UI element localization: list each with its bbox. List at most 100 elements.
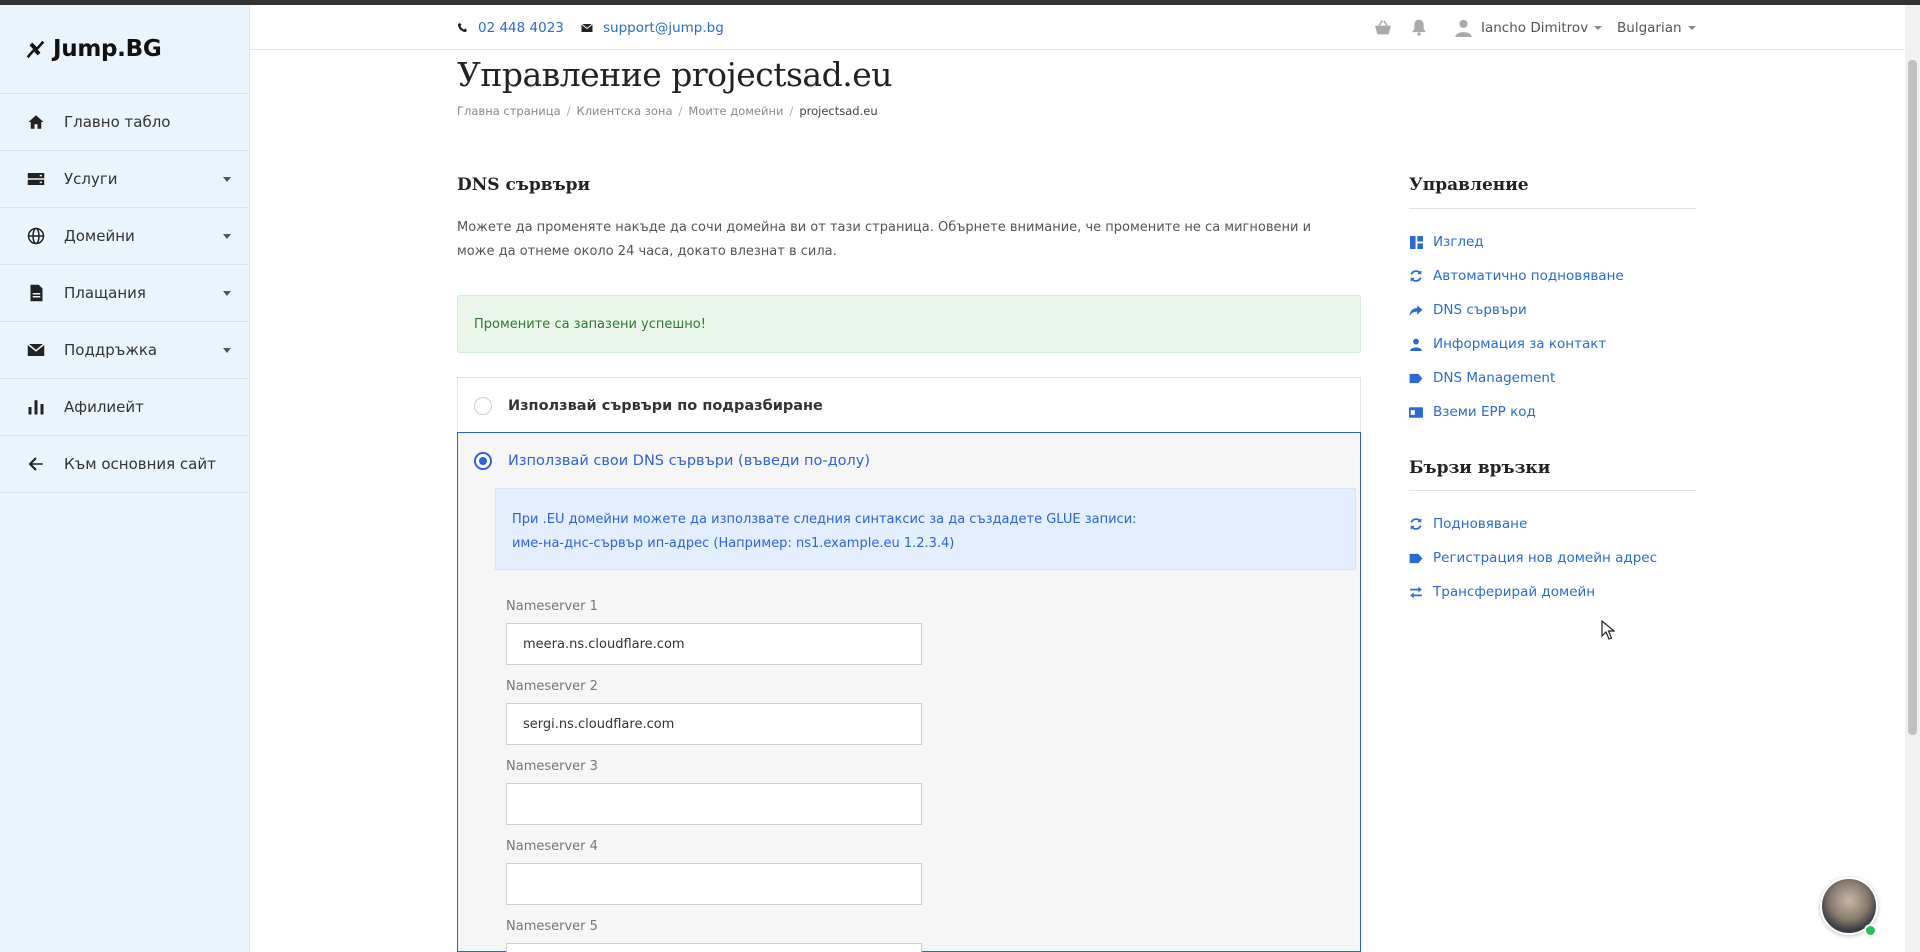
nameserver-label: Nameserver 3: [506, 759, 598, 774]
breadcrumb-current: projectsad.eu: [799, 104, 878, 118]
sidebar: Jump.BG Главно табло Услуги Домейни Плащ…: [0, 5, 250, 952]
option-custom-label: Използвай свои DNS сървъри (въведи по-до…: [508, 452, 871, 469]
nameserver-1-input[interactable]: [506, 623, 922, 665]
nameserver-5-input[interactable]: [506, 943, 922, 952]
manage-link-overview[interactable]: Изглед: [1409, 231, 1484, 253]
globe-icon: [26, 226, 46, 246]
language-selector[interactable]: Bulgarian: [1617, 5, 1696, 50]
sync-icon: [1409, 269, 1423, 283]
manage-link-auto-renew[interactable]: Автоматично подновяване: [1409, 265, 1624, 287]
option-default-label: Използвай сървъри по подразбиране: [508, 397, 823, 414]
chevron-down-icon: [223, 177, 231, 182]
quick-link-renew[interactable]: Подновяване: [1409, 513, 1527, 535]
brand-name: Jump.BG: [53, 36, 162, 62]
manage-link-dns-servers[interactable]: DNS сървъри: [1409, 299, 1527, 321]
nameserver-group: Nameserver 1: [506, 597, 1360, 665]
chevron-down-icon: [1687, 25, 1696, 30]
arrow-left-icon: [26, 454, 46, 474]
radio-default[interactable]: [474, 396, 492, 415]
sidebar-item-main-site[interactable]: Към основния сайт: [0, 436, 249, 493]
phone-number: 02 448 4023: [478, 19, 564, 36]
nameserver-2-input[interactable]: [506, 703, 922, 745]
chevron-down-icon: [223, 348, 231, 353]
nameserver-3-input[interactable]: [506, 783, 922, 825]
user-icon: [1409, 337, 1423, 351]
email-address: support@jump.bg: [603, 19, 724, 36]
sidebar-item-label: Афилиейт: [64, 398, 144, 416]
manage-link-label: DNS сървъри: [1433, 302, 1527, 318]
nameserver-group: Nameserver 3: [506, 757, 1360, 825]
quick-link-transfer-domain[interactable]: Трансферирай домейн: [1409, 581, 1595, 603]
bell-icon: [1412, 19, 1426, 36]
sidebar-item-label: Главно табло: [64, 113, 171, 131]
exchange-icon: [1409, 585, 1423, 599]
divider: [1409, 490, 1696, 491]
tag-icon: [1409, 371, 1423, 385]
glue-info-box: При .EU домейни можете да използвате сле…: [495, 488, 1356, 570]
sidebar-item-label: Към основния сайт: [64, 455, 216, 473]
info-line: име-на-днс-сървър ип-адрес (Например: ns…: [512, 536, 955, 551]
home-icon: [26, 112, 46, 132]
user-icon: [1455, 19, 1472, 37]
envelope-icon: [581, 23, 593, 32]
sidebar-item-label: Поддръжка: [64, 341, 158, 359]
sidebar-item-label: Услуги: [64, 170, 118, 188]
breadcrumb: Главна страница / Клиентска зона / Моите…: [457, 104, 878, 118]
manage-link-dns-management[interactable]: DNS Management: [1409, 367, 1555, 389]
sidebar-item-domains[interactable]: Домейни: [0, 208, 249, 265]
brand-logo[interactable]: Jump.BG: [0, 5, 249, 94]
section-title: DNS сървъри: [457, 175, 591, 195]
nameserver-label: Nameserver 1: [506, 599, 598, 614]
option-default-nameservers[interactable]: Използвай сървъри по подразбиране: [457, 377, 1361, 433]
quick-link-label: Регистрация нов домейн адрес: [1433, 550, 1658, 566]
chevron-down-icon: [1594, 25, 1603, 30]
cart-button[interactable]: [1373, 5, 1393, 50]
sync-icon: [1409, 517, 1423, 531]
email-link[interactable]: support@jump.bg: [581, 5, 724, 50]
sidebar-item-label: Плащания: [64, 284, 146, 302]
language-label: Bulgarian: [1617, 19, 1682, 36]
sidebar-item-services[interactable]: Услуги: [0, 151, 249, 208]
breadcrumb-my-domains[interactable]: Моите домейни: [688, 104, 783, 118]
manage-link-label: Вземи EPP код: [1433, 404, 1536, 420]
tag-icon: [1409, 551, 1423, 565]
option-custom-nameservers: Използвай свои DNS сървъри (въведи по-до…: [457, 432, 1361, 952]
radio-custom[interactable]: [474, 451, 492, 470]
manage-link-epp-code[interactable]: Вземи EPP код: [1409, 401, 1536, 423]
success-message: Промените са запазени успешно!: [474, 316, 706, 332]
user-name: Iancho Dimitrov: [1481, 19, 1589, 36]
phone-link[interactable]: 02 448 4023: [457, 5, 564, 50]
quick-link-label: Подновяване: [1433, 516, 1528, 532]
sidebar-item-payments[interactable]: Плащания: [0, 265, 249, 322]
page-scrollbar[interactable]: [1905, 5, 1920, 952]
quick-link-label: Трансферирай домейн: [1433, 584, 1596, 600]
breadcrumb-home[interactable]: Главна страница: [457, 104, 561, 118]
sidebar-item-dashboard[interactable]: Главно табло: [0, 94, 249, 151]
scrollbar-thumb[interactable]: [1908, 60, 1917, 735]
success-alert: Промените са запазени успешно!: [457, 295, 1361, 353]
user-menu[interactable]: Iancho Dimitrov: [1455, 5, 1603, 50]
page-title: Управление projectsad.eu: [457, 55, 893, 94]
manage-panel-title: Управление: [1409, 175, 1529, 195]
sidebar-item-support[interactable]: Поддръжка: [0, 322, 249, 379]
nameserver-label: Nameserver 4: [506, 839, 598, 854]
option-custom-header[interactable]: Използвай свои DNS сървъри (въведи по-до…: [458, 433, 1360, 488]
mouse-cursor-icon: [1601, 620, 1615, 640]
bar-chart-icon: [26, 397, 46, 417]
sidebar-item-affiliate[interactable]: Афилиейт: [0, 379, 249, 436]
jump-logo-icon: [26, 40, 45, 59]
share-arrow-icon: [1409, 303, 1423, 317]
id-card-icon: [1409, 405, 1423, 419]
breadcrumb-client-area[interactable]: Клиентска зона: [577, 104, 673, 118]
manage-link-label: Изглед: [1433, 234, 1484, 250]
info-line: При .EU домейни можете да използвате сле…: [512, 512, 1137, 527]
quick-link-register-domain[interactable]: Регистрация нов домейн адрес: [1409, 547, 1657, 569]
nameserver-4-input[interactable]: [506, 863, 922, 905]
notifications-button[interactable]: [1411, 5, 1427, 50]
invoice-icon: [26, 283, 46, 303]
server-icon: [26, 169, 46, 189]
manage-link-contact-info[interactable]: Информация за контакт: [1409, 333, 1606, 355]
chevron-down-icon: [223, 291, 231, 296]
chevron-down-icon: [223, 234, 231, 239]
quick-links-title: Бързи връзки: [1409, 458, 1551, 478]
